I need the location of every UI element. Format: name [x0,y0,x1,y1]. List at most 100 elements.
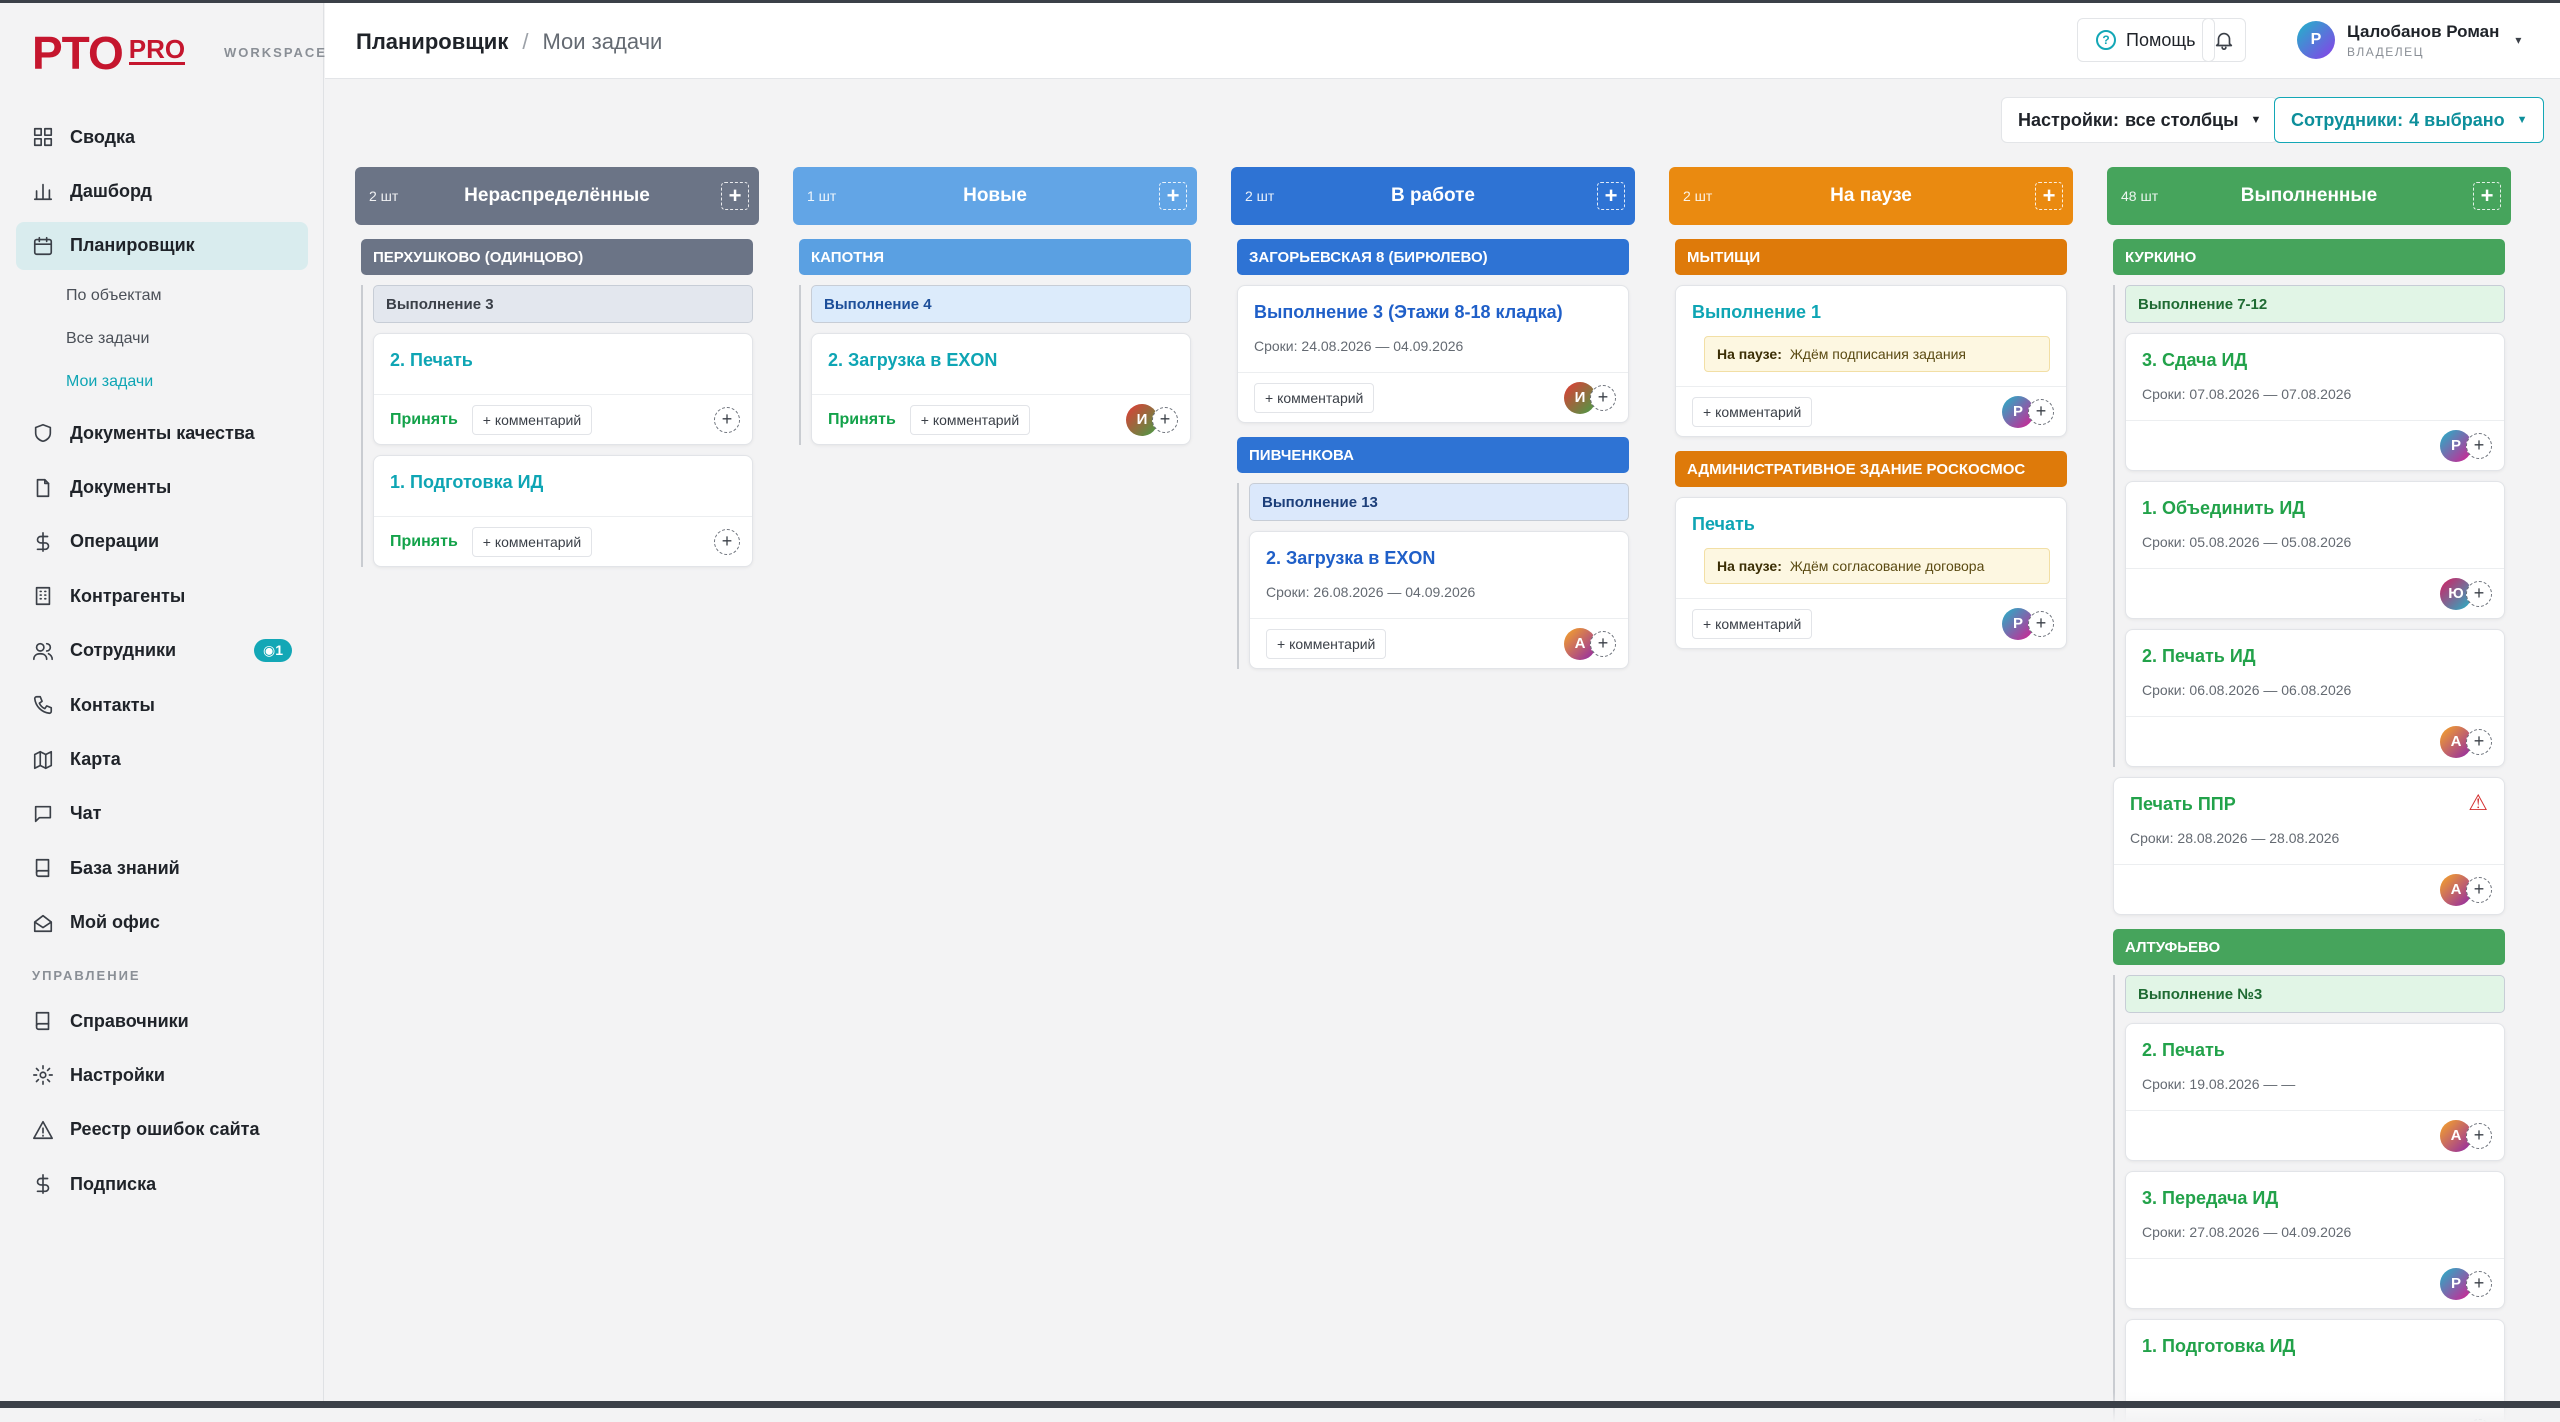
nav-item-bar-chart[interactable]: Дашборд [16,167,308,215]
nav-item-grid[interactable]: Сводка [16,113,308,161]
add-task-button[interactable]: + [1597,182,1625,210]
object-group-body: Выполнение 4 2. Загрузка в EXON Принять + к… [799,285,1197,445]
add-comment-button[interactable]: + комментарий [472,527,592,557]
add-task-button[interactable]: + [1159,182,1187,210]
object-group-header[interactable]: КУРКИНО [2113,239,2505,275]
task-card[interactable]: 2. Загрузка в EXONПринять+ комментарийИ+ [811,333,1191,445]
task-card[interactable]: 2. Печать Принять + комментарий + [373,333,753,445]
task-title[interactable]: 3. Передача ИД [2142,1188,2278,1209]
task-title[interactable]: 1. Объединить ИД [2142,498,2305,519]
add-comment-button[interactable]: + комментарий [472,405,592,435]
nav-item-warning[interactable]: Реестр ошибок сайта [16,1106,308,1154]
task-card[interactable]: 1. Объединить ИДСроки: 05.08.2026 — 05.0… [2125,481,2505,619]
nav-item-chat[interactable]: Чат [16,790,308,838]
task-title[interactable]: 2. Загрузка в EXON [828,350,997,371]
logo[interactable]: PTO PRO WORKSPACE [32,29,185,73]
object-group-header[interactable]: ПИВЧЕНКОВА [1237,437,1629,473]
task-card[interactable]: 2. Печать ИДСроки: 06.08.2026 — 06.08.20… [2125,629,2505,767]
stage-header[interactable]: Выполнение 3 [373,285,753,323]
add-assignee-icon[interactable]: + [714,407,740,433]
columns-settings-dropdown[interactable]: Настройки: все столбцы ▼ [2001,97,2278,143]
user-menu[interactable]: Р Цалобанов Роман ВЛАДЕЛЕЦ ▾ [2297,21,2521,59]
task-card-footer: Р+ [2126,420,2504,470]
add-comment-button[interactable]: + комментарий [1692,609,1812,639]
task-card[interactable]: 3. Сдача ИДСроки: 07.08.2026 — 07.08.202… [2125,333,2505,471]
task-title[interactable]: 1. Подготовка ИД [2142,1336,2295,1357]
staff-filter-dropdown[interactable]: Сотрудники: 4 выбрано ▼ [2274,97,2544,143]
add-comment-button[interactable]: + комментарий [1254,383,1374,413]
nav-item-shield[interactable]: Документы качества [16,409,308,457]
task-title[interactable]: 2. Печать [390,350,473,371]
task-card[interactable]: 1. Подготовка ИД Принять + комментарий + [373,455,753,567]
subnav-item[interactable]: Мои задачи [66,360,308,403]
accept-button[interactable]: Принять [390,411,458,429]
object-group-header[interactable]: КАПОТНЯ [799,239,1191,275]
task-title[interactable]: 1. Подготовка ИД [390,472,543,493]
task-title[interactable]: Печать ППР [2130,794,2236,815]
nav-item-office[interactable]: Мой офис [16,899,308,947]
task-title[interactable]: Выполнение 3 (Этажи 8-18 кладка) [1254,302,1563,323]
nav-item-phone[interactable]: Контакты [16,681,308,729]
add-comment-button[interactable]: + комментарий [910,405,1030,435]
task-card[interactable]: Выполнение 1На паузе:Ждём подписания зад… [1675,285,2067,437]
nav-item-book[interactable]: Справочники [16,997,308,1045]
task-title[interactable]: 3. Сдача ИД [2142,350,2247,371]
stage-header[interactable]: Выполнение 4 [811,285,1191,323]
stage-header[interactable]: Выполнение 7-12 [2125,285,2505,323]
add-assignee-icon[interactable]: + [2466,1271,2492,1297]
nav-item-map[interactable]: Карта [16,736,308,784]
add-comment-button[interactable]: + комментарий [1692,397,1812,427]
user-name: Цалобанов Роман [2347,22,2499,42]
object-group-header[interactable]: МЫТИЩИ [1675,239,2067,275]
add-assignee-icon[interactable]: + [2028,611,2054,637]
add-assignee-icon[interactable]: + [2466,729,2492,755]
task-card[interactable]: Печать ППР⚠Сроки: 28.08.2026 — 28.08.202… [2113,777,2505,915]
add-assignee-icon[interactable]: + [1152,407,1178,433]
add-assignee-icon[interactable]: + [714,529,740,555]
nav-item-users[interactable]: Сотрудники◉1 [16,627,308,675]
task-card[interactable]: Выполнение 3 (Этажи 8-18 кладка)Сроки: 2… [1237,285,1629,423]
nav-item-dollar[interactable]: Подписка [16,1160,308,1208]
add-task-button[interactable]: + [721,182,749,210]
add-assignee-icon[interactable]: + [2466,433,2492,459]
nav-item-gear[interactable]: Настройки [16,1051,308,1099]
add-assignee-icon[interactable]: + [2466,877,2492,903]
task-card[interactable]: 2. Загрузка в EXONСроки: 26.08.2026 — 04… [1249,531,1629,669]
task-card[interactable]: ПечатьНа паузе:Ждём согласование договор… [1675,497,2067,649]
add-assignee-icon[interactable]: + [1590,385,1616,411]
task-card-footer: Р+ [2126,1258,2504,1308]
help-button[interactable]: ? Помощь [2077,18,2215,62]
add-assignee-icon[interactable]: + [2466,1123,2492,1149]
add-assignee-icon[interactable]: + [2466,581,2492,607]
accept-button[interactable]: Принять [390,533,458,551]
task-title[interactable]: 2. Печать ИД [2142,646,2256,667]
nav-item-label: Дашборд [70,181,152,202]
object-group-header[interactable]: ЗАГОРЬЕВСКАЯ 8 (БИРЮЛЕВО) [1237,239,1629,275]
stage-header[interactable]: Выполнение 13 [1249,483,1629,521]
stage-header[interactable]: Выполнение №3 [2125,975,2505,1013]
task-title[interactable]: 2. Загрузка в EXON [1266,548,1435,569]
nav-item-book[interactable]: База знаний [16,844,308,892]
object-group-header[interactable]: ПЕРХУШКОВО (ОДИНЦОВО) [361,239,753,275]
add-task-button[interactable]: + [2473,182,2501,210]
nav-item-dollar[interactable]: Операции [16,518,308,566]
add-task-button[interactable]: + [2035,182,2063,210]
nav-item-building[interactable]: Контрагенты [16,572,308,620]
task-card[interactable]: 2. ПечатьСроки: 19.08.2026 — —А+ [2125,1023,2505,1161]
task-card[interactable]: 3. Передача ИДСроки: 27.08.2026 — 04.09.… [2125,1171,2505,1309]
notifications-button[interactable] [2202,18,2246,62]
nav-item-file[interactable]: Документы [16,464,308,512]
object-group-header[interactable]: АЛТУФЬЕВО [2113,929,2505,965]
accept-button[interactable]: Принять [828,411,896,429]
task-title[interactable]: Выполнение 1 [1692,302,1821,323]
object-group-header[interactable]: АДМИНИСТРАТИВНОЕ ЗДАНИЕ РОСКОСМОС [1675,451,2067,487]
add-comment-button[interactable]: + комментарий [1266,629,1386,659]
add-assignee-icon[interactable]: + [2028,399,2054,425]
task-title[interactable]: Печать [1692,514,1755,535]
add-assignee-icon[interactable]: + [1590,631,1616,657]
subnav-item[interactable]: По объектам [66,274,308,317]
breadcrumb-planner[interactable]: Планировщик [356,29,508,55]
nav-item-calendar[interactable]: Планировщик [16,222,308,270]
task-title[interactable]: 2. Печать [2142,1040,2225,1061]
subnav-item[interactable]: Все задачи [66,317,308,360]
